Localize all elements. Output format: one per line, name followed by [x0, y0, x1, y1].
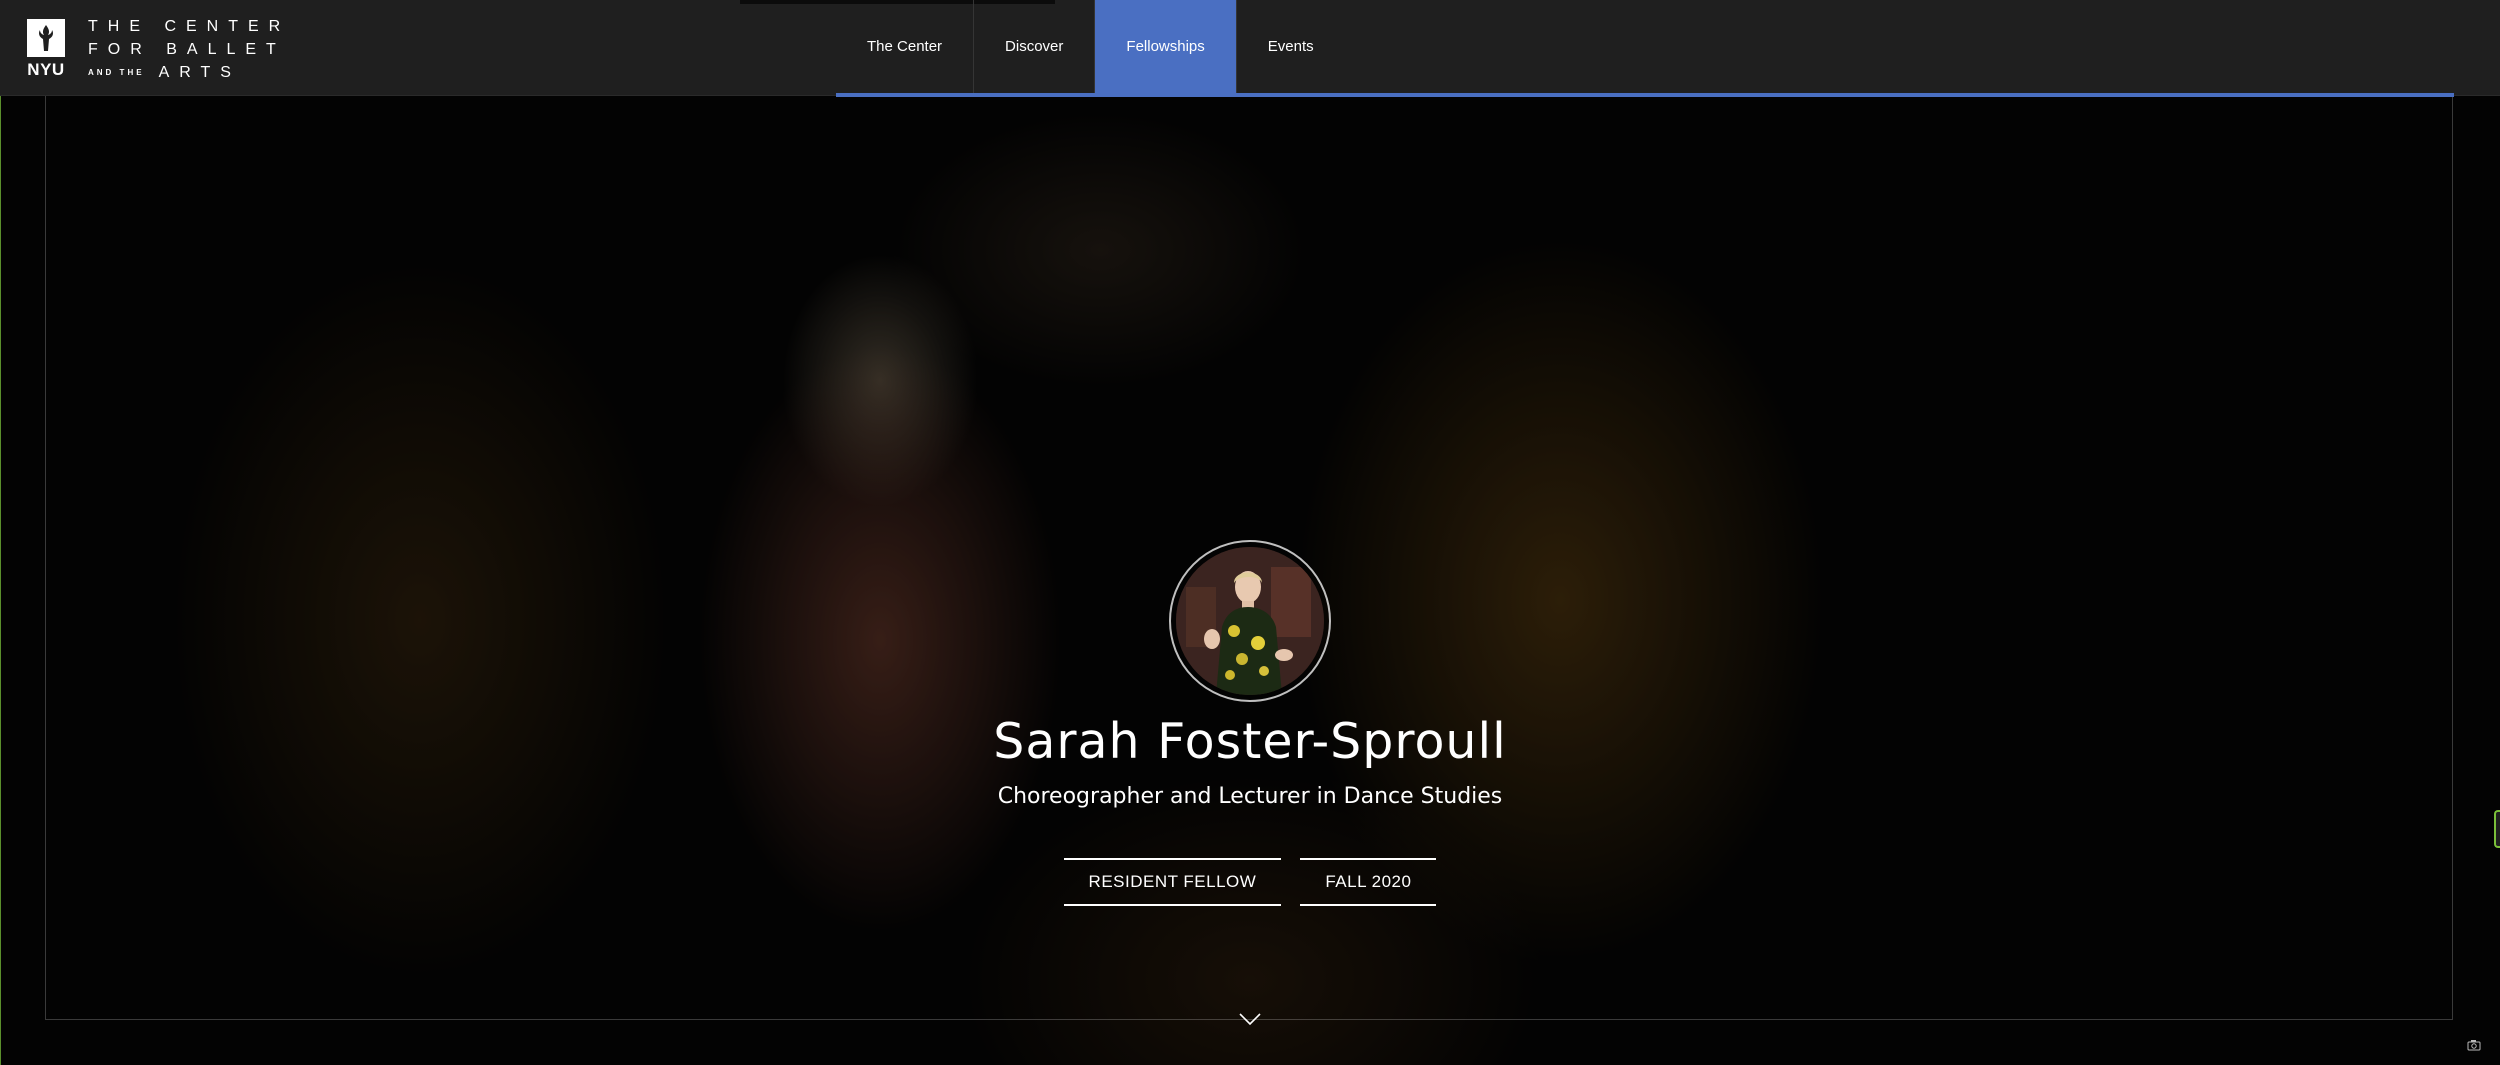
nav-active-underline	[836, 93, 2454, 97]
nyu-mark: NYU	[26, 19, 66, 80]
camera-icon[interactable]	[2467, 1036, 2481, 1051]
logo-line-3: AND THE ARTS	[88, 64, 290, 81]
nav-item-fellowships[interactable]: Fellowships	[1095, 0, 1237, 93]
badge-semester: FALL 2020	[1300, 858, 1437, 906]
fellow-name: Sarah Foster-Sproull	[993, 713, 1507, 770]
nav-item-discover[interactable]: Discover	[974, 0, 1096, 93]
main-nav: The Center Discover Fellowships Events	[836, 0, 1345, 96]
avatar	[1176, 547, 1324, 695]
logo-line-2: FOR BALLET	[88, 41, 286, 58]
site-logo[interactable]: NYU THE CENTER FOR BALLET AND THE ARTS	[26, 18, 290, 81]
logo-line-3-main: ARTS	[158, 64, 241, 81]
badge-group: RESIDENT FELLOW FALL 2020	[1063, 858, 1437, 906]
nyu-text: NYU	[27, 60, 65, 80]
page: NYU THE CENTER FOR BALLET AND THE ARTS Th…	[0, 0, 2500, 1065]
logo-wordmark: THE CENTER FOR BALLET AND THE ARTS	[88, 18, 290, 81]
logo-line-3-small: AND THE	[88, 68, 145, 78]
nav-item-events[interactable]: Events	[1237, 0, 1345, 93]
chevron-down-icon[interactable]	[1238, 1010, 1262, 1028]
site-header: NYU THE CENTER FOR BALLET AND THE ARTS Th…	[0, 0, 2500, 97]
fellow-title: Choreographer and Lecturer in Dance Stud…	[997, 784, 1503, 809]
avatar-portrait	[1176, 547, 1324, 695]
avatar-ring	[1169, 540, 1331, 702]
nyu-torch-icon	[27, 19, 65, 58]
fellow-profile: Sarah Foster-Sproull Choreographer and L…	[0, 540, 2500, 906]
side-feedback-tab[interactable]	[2494, 810, 2500, 848]
badge-resident-fellow: RESIDENT FELLOW	[1063, 858, 1282, 906]
nav-item-the-center[interactable]: The Center	[836, 0, 975, 93]
logo-line-1: THE CENTER	[88, 18, 291, 35]
